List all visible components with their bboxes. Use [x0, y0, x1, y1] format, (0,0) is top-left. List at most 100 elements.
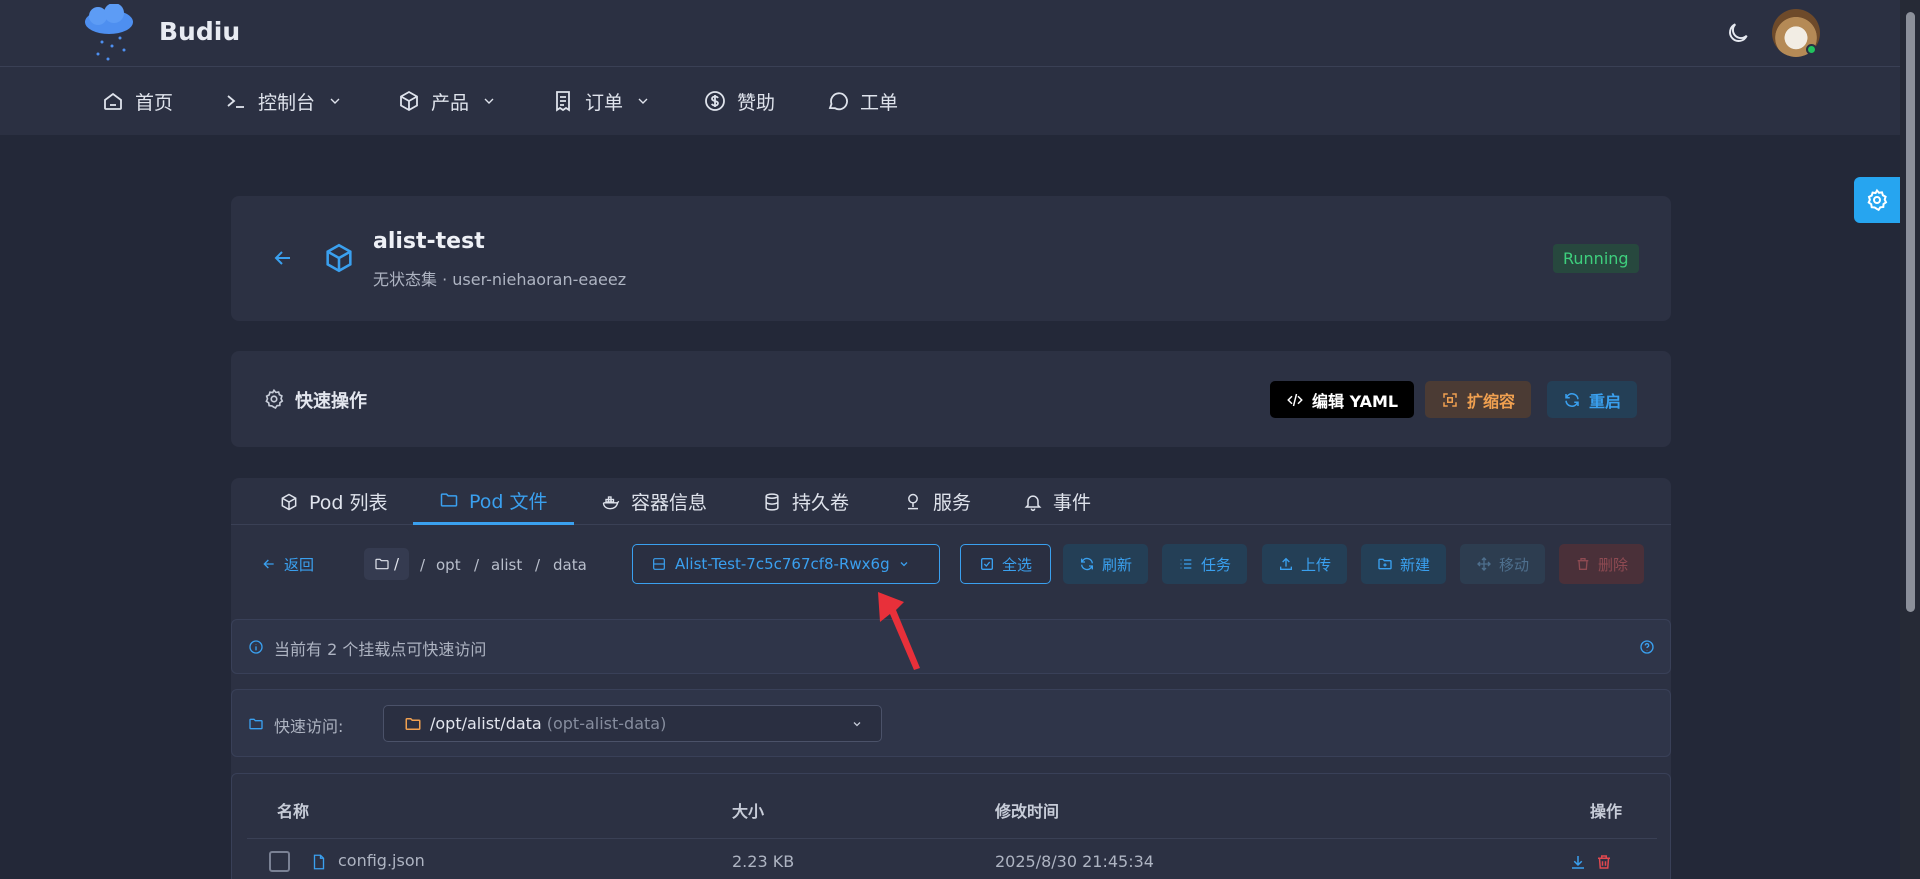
refresh-label: 刷新 — [1102, 555, 1133, 574]
quick-actions-card: 快速操作 编辑 YAML 扩缩容 重启 — [231, 351, 1671, 447]
restart-button[interactable]: 重启 — [1547, 381, 1638, 418]
network-icon — [908, 493, 918, 509]
col-actions: 操作 — [1590, 802, 1623, 821]
pod-select[interactable]: Alist-Test-7c5c767cf8-Rwx6g — [632, 544, 940, 584]
tab-pod-files[interactable]: Pod 文件 — [413, 478, 574, 525]
tab-volumes[interactable]: 持久卷 — [762, 478, 849, 525]
file-size: 2.23 KB — [732, 852, 795, 871]
gear-icon — [263, 388, 285, 410]
folder-icon — [440, 493, 458, 507]
online-status-dot — [1806, 44, 1817, 55]
download-icon[interactable] — [1569, 853, 1587, 871]
breadcrumb-separator: / — [535, 556, 541, 574]
folder-plus-icon — [1378, 558, 1392, 570]
mount-info-text: 当前有 2 个挂载点可快速访问 — [274, 640, 487, 659]
app-header-card: alist-test 无状态集 · user-niehaoran-eaeez R… — [231, 196, 1671, 321]
restart-label: 重启 — [1589, 391, 1622, 411]
tab-events[interactable]: 事件 — [1023, 478, 1091, 525]
nav-console[interactable]: 控制台 — [224, 67, 343, 135]
checkbox-icon — [981, 558, 993, 570]
nav-home-label: 首页 — [135, 91, 174, 114]
breadcrumb-root-label: / — [394, 555, 400, 573]
breadcrumb-root[interactable]: / — [364, 548, 410, 580]
chevron-down-icon — [853, 722, 861, 727]
tab-events-label: 事件 — [1053, 492, 1092, 514]
breadcrumb-separator: / — [474, 556, 480, 574]
file-modified: 2025/8/30 21:45:34 — [995, 852, 1154, 871]
folder-icon — [405, 717, 421, 730]
app-name: alist-test — [373, 229, 485, 254]
row-checkbox[interactable] — [269, 851, 290, 872]
breadcrumb-separator: / — [420, 556, 426, 574]
scrollbar-thumb[interactable] — [1906, 12, 1915, 612]
nav-tickets[interactable]: 工单 — [826, 67, 898, 135]
brand-name[interactable]: Budiu — [159, 17, 240, 46]
quick-access-label: 快速访问: — [274, 717, 344, 736]
cloud-logo-icon[interactable] — [80, 4, 138, 64]
tab-pod-list-label: Pod 列表 — [309, 492, 388, 514]
receipt-icon — [556, 91, 570, 112]
upload-button[interactable]: 上传 — [1262, 544, 1348, 584]
chevron-down-icon — [484, 98, 494, 104]
select-all-button[interactable]: 全选 — [960, 544, 1052, 584]
gear-icon — [1867, 188, 1888, 212]
home-icon — [104, 92, 122, 110]
breadcrumb-data[interactable]: data — [553, 556, 587, 574]
chevron-down-icon — [900, 562, 908, 567]
col-name[interactable]: 名称 — [277, 798, 309, 822]
list-icon — [1180, 559, 1192, 569]
trash-icon[interactable] — [1595, 853, 1613, 871]
refresh-icon — [1565, 392, 1579, 407]
select-all-label: 全选 — [1002, 555, 1033, 574]
upload-icon — [1280, 557, 1292, 570]
settings-float-button[interactable] — [1854, 177, 1900, 223]
back-arrow-icon[interactable] — [271, 246, 295, 270]
nav-products[interactable]: 产品 — [397, 67, 497, 135]
tab-services[interactable]: 服务 — [903, 478, 971, 525]
nav-console-label: 控制台 — [258, 91, 316, 114]
refresh-button[interactable]: 刷新 — [1063, 544, 1149, 584]
delete-button[interactable]: 删除 — [1559, 544, 1645, 584]
col-size[interactable]: 大小 — [732, 798, 764, 822]
folder-icon — [375, 558, 389, 570]
nav-products-label: 产品 — [431, 91, 470, 114]
breadcrumb-alist[interactable]: alist — [491, 556, 522, 574]
file-name[interactable]: config.json — [338, 851, 425, 870]
nav-home[interactable]: 首页 — [101, 67, 173, 135]
col-modified[interactable]: 修改时间 — [995, 798, 1059, 822]
new-button[interactable]: 新建 — [1361, 544, 1447, 584]
top-bar: Budiu — [0, 0, 1900, 67]
tab-container-info[interactable]: 容器信息 — [601, 478, 707, 525]
nav-orders[interactable]: 订单 — [551, 67, 651, 135]
docker-icon — [602, 495, 620, 509]
tasks-button[interactable]: 任务 — [1162, 544, 1248, 584]
nav-tickets-label: 工单 — [860, 91, 899, 114]
mount-info-banner: 当前有 2 个挂载点可快速访问 — [231, 619, 1671, 674]
back-button[interactable]: 返回 — [249, 544, 326, 584]
scale-label: 扩缩容 — [1467, 391, 1516, 411]
tab-container-info-label: 容器信息 — [631, 492, 708, 514]
chevron-down-icon — [330, 98, 340, 104]
nav-sponsor[interactable]: 赞助 — [703, 67, 775, 135]
move-button[interactable]: 移动 — [1460, 544, 1546, 584]
file-icon — [313, 854, 325, 870]
quick-access-volume: (opt-alist-data) — [546, 714, 667, 733]
edit-yaml-button[interactable]: 编辑 YAML — [1270, 381, 1415, 418]
edit-yaml-label: 编辑 YAML — [1312, 391, 1399, 411]
tab-pod-list[interactable]: Pod 列表 — [279, 478, 388, 525]
chat-icon — [828, 92, 848, 111]
nav-orders-label: 订单 — [585, 91, 624, 114]
annotation-arrow-icon — [878, 592, 920, 670]
quick-access-select[interactable]: /opt/alist/data (opt-alist-data) — [383, 705, 882, 742]
breadcrumb-opt[interactable]: opt — [436, 556, 461, 574]
moon-icon[interactable] — [1725, 20, 1751, 46]
tab-services-label: 服务 — [933, 492, 972, 514]
tab-bar: Pod 列表 Pod 文件 容器信息 持久卷 服务 事件 — [231, 478, 1671, 525]
scale-button[interactable]: 扩缩容 — [1425, 381, 1532, 418]
quick-access-row: 快速访问: /opt/alist/data (opt-alist-data) — [231, 689, 1671, 757]
server-icon — [653, 558, 665, 570]
code-icon — [1287, 393, 1303, 406]
scale-icon — [1443, 392, 1457, 407]
header-divider — [247, 838, 1657, 839]
help-icon[interactable] — [1639, 639, 1655, 655]
